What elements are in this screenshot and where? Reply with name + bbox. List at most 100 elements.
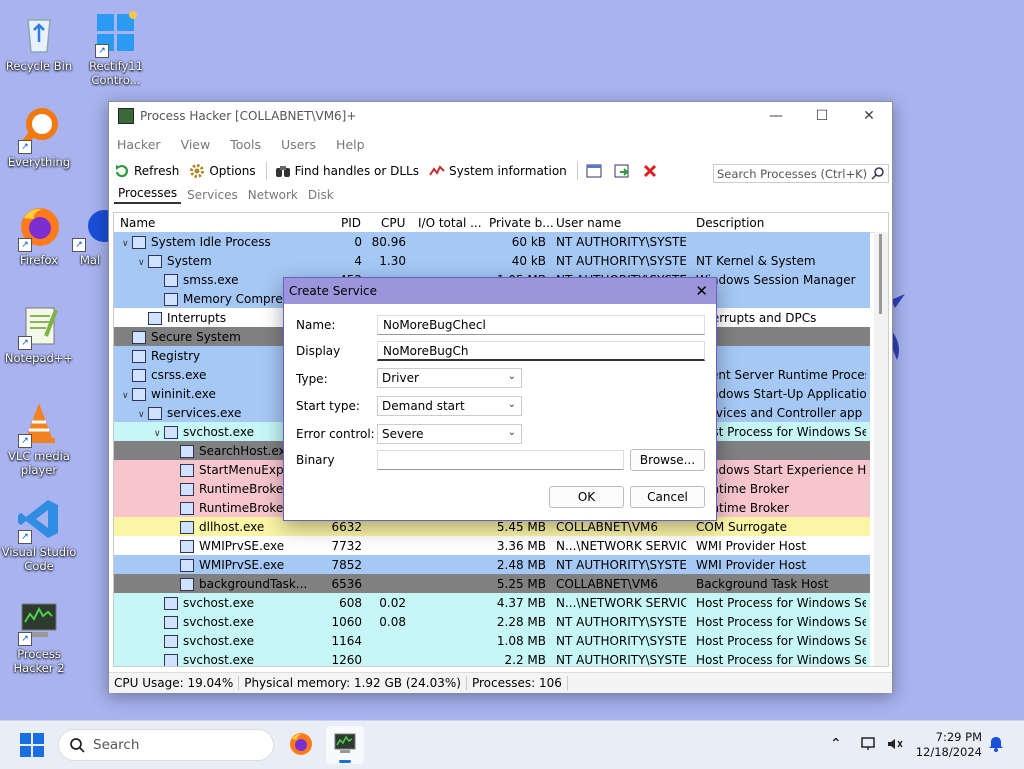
tab-network[interactable]: Network <box>244 188 302 204</box>
tab-services[interactable]: Services <box>183 188 242 204</box>
taskbar-search-box[interactable]: Search <box>58 729 274 761</box>
table-row[interactable]: WMIPrvSE.exe 7852 2.48 MB NT AUTHORITY\SYST… <box>114 555 870 574</box>
process-icon <box>164 273 178 287</box>
chevron-down-icon[interactable]: ∨ <box>154 429 164 439</box>
chevron-down-icon[interactable]: ∨ <box>122 391 132 401</box>
error-control-select[interactable]: Severe ⌄ <box>377 424 522 444</box>
menu-users[interactable]: Users <box>281 137 316 152</box>
column-header-private-bytes[interactable]: Private b... <box>489 216 554 230</box>
find-handles-button[interactable]: Find handles or DLLs <box>275 163 419 179</box>
title-bar[interactable]: Process Hacker [COLLABNET\VM6]+ — ☐ ✕ <box>109 102 892 130</box>
cancel-button[interactable]: Cancel <box>630 486 705 508</box>
desktop-icon-mal[interactable]: ↗ Mal <box>70 204 110 267</box>
process-hacker-icon <box>118 108 134 124</box>
cell-priv: 5.25 MB <box>496 576 546 591</box>
binary-path-field[interactable] <box>377 450 624 470</box>
menu-help[interactable]: Help <box>336 137 365 152</box>
gear-icon <box>189 163 205 179</box>
display-name-field[interactable]: NoMoreBugCh <box>377 341 705 361</box>
cell-user: COLLABNET\VM6 <box>556 576 659 591</box>
browse-button[interactable]: Browse... <box>630 449 705 471</box>
table-row[interactable]: ∨ System Idle Process 0 80.96 60 kB NT AUTHOR… <box>114 232 870 251</box>
cell-desc: WMI Provider Host <box>696 557 807 572</box>
chevron-down-icon[interactable]: ∨ <box>138 410 148 420</box>
vertical-scrollbar[interactable] <box>874 232 888 666</box>
table-row[interactable]: ∨ System 4 1.30 40 kB NT AUTHORITY\SYSTEM NT K… <box>114 251 870 270</box>
menu-tools[interactable]: Tools <box>230 137 261 152</box>
process-icon <box>132 330 146 344</box>
network-icon[interactable] <box>860 736 878 755</box>
tab-disk[interactable]: Disk <box>304 188 338 204</box>
desktop-icon-process-hacker[interactable]: ↗ Process Hacker 2 <box>1 598 77 675</box>
cell-pid: 7732 <box>331 538 362 553</box>
column-header-pid[interactable]: PID <box>341 216 361 230</box>
close-icon[interactable]: ✕ <box>846 102 892 130</box>
tab-processes[interactable]: Processes <box>114 186 182 204</box>
refresh-icon <box>114 163 130 179</box>
process-name-cell: backgroundTask... <box>170 577 322 591</box>
desktop-icon-vlc[interactable]: ↗ VLC media player <box>1 400 77 477</box>
start-type-select[interactable]: Demand start ⌄ <box>377 396 522 416</box>
terminate-button[interactable] <box>642 163 662 179</box>
system-information-button[interactable]: System information <box>429 163 567 179</box>
close-icon[interactable]: ✕ <box>695 282 708 300</box>
cell-desc: Services and Controller app <box>696 405 863 420</box>
desktop-icon-rectify11[interactable]: ↗ Rectify11 Contro... <box>78 10 154 87</box>
vlc-cone-icon: ↗ <box>16 400 62 448</box>
name-field[interactable]: NoMoreBugChecl <box>377 315 705 335</box>
find-handles-label: Find handles or DLLs <box>294 164 419 178</box>
column-header-user-name[interactable]: User name <box>556 216 621 230</box>
ok-button[interactable]: OK <box>549 486 624 508</box>
column-header-io[interactable]: I/O total ... <box>418 216 482 230</box>
cell-desc: Host Process for Windows Ser... <box>696 614 866 629</box>
table-row[interactable]: WMIPrvSE.exe 7732 3.36 MB N...\NETWORK SERV… <box>114 536 870 555</box>
taskbar-firefox[interactable] <box>288 731 314 760</box>
chevron-up-icon[interactable]: ⌃ <box>830 736 842 752</box>
system-clock[interactable]: 7:29 PM 12/18/2024 <box>916 730 982 760</box>
scrollbar-thumb[interactable] <box>879 234 882 314</box>
column-header-cpu[interactable]: CPU <box>381 216 405 230</box>
dialog-title-bar[interactable]: Create Service ✕ <box>284 278 716 304</box>
cell-desc: Windows Session Manager <box>696 272 856 287</box>
process-icon <box>148 311 162 325</box>
chevron-down-icon[interactable]: ∨ <box>122 239 132 249</box>
cell-cpu: 0.08 <box>379 614 406 629</box>
taskbar-process-hacker[interactable] <box>326 726 364 764</box>
menu-hacker[interactable]: Hacker <box>117 137 161 152</box>
cell-desc: NT Kernel & System <box>696 253 816 268</box>
type-select[interactable]: Driver ⌄ <box>377 368 522 388</box>
red-x-icon <box>642 163 658 179</box>
binary-label: Binary <box>296 453 335 467</box>
table-row[interactable]: svchost.exe 608 0.02 4.37 MB N...\NETWORK SE… <box>114 593 870 612</box>
chevron-down-icon[interactable]: ∨ <box>138 258 148 268</box>
maximize-icon[interactable]: ☐ <box>799 102 845 130</box>
table-row[interactable]: svchost.exe 1164 1.08 MB NT AUTHORITY\SYSTE… <box>114 631 870 650</box>
table-row[interactable]: backgroundTask... 6536 5.25 MB COLLABNET\VM… <box>114 574 870 593</box>
desktop-icon-vscode[interactable]: ↗ Visual Studio Code <box>1 496 77 573</box>
search-processes-input[interactable]: Search Processes (Ctrl+K) <box>713 164 889 183</box>
menu-view[interactable]: View <box>181 137 211 152</box>
toolbar-separator <box>576 162 578 180</box>
find-window-button[interactable] <box>614 163 634 179</box>
cell-desc: Windows Start Experience Host <box>696 462 866 477</box>
volume-muted-icon[interactable] <box>886 736 904 755</box>
table-row[interactable]: svchost.exe 1060 0.08 2.28 MB NT AUTHORITY\S… <box>114 612 870 631</box>
window-button[interactable] <box>586 163 606 179</box>
desktop-icon-notepadpp[interactable]: ↗ Notepad++ <box>1 302 77 365</box>
table-row[interactable]: svchost.exe 1260 2.2 MB NT AUTHORITY\SYSTEM… <box>114 650 870 666</box>
desktop-icon-recycle-bin[interactable]: Recycle Bin <box>1 10 77 73</box>
cell-desc: Windows Start-Up Application <box>696 386 866 401</box>
process-name: SearchHost.exe <box>199 443 293 458</box>
desktop-icon-label: Recycle Bin <box>5 59 73 73</box>
minimize-icon[interactable]: — <box>753 102 799 130</box>
desktop-icon-everything[interactable]: ↗ Everything <box>1 106 77 169</box>
start-button[interactable] <box>20 733 44 760</box>
column-header-name[interactable]: Name <box>120 216 155 230</box>
refresh-button[interactable]: Refresh <box>114 163 179 179</box>
options-button[interactable]: Options <box>189 163 256 179</box>
search-icon <box>69 737 85 757</box>
desktop-icon-firefox[interactable]: ↗ Firefox <box>1 204 77 267</box>
notification-bell-icon[interactable] <box>988 736 1004 755</box>
column-header-description[interactable]: Description <box>696 216 764 230</box>
binoculars-icon <box>275 163 291 179</box>
